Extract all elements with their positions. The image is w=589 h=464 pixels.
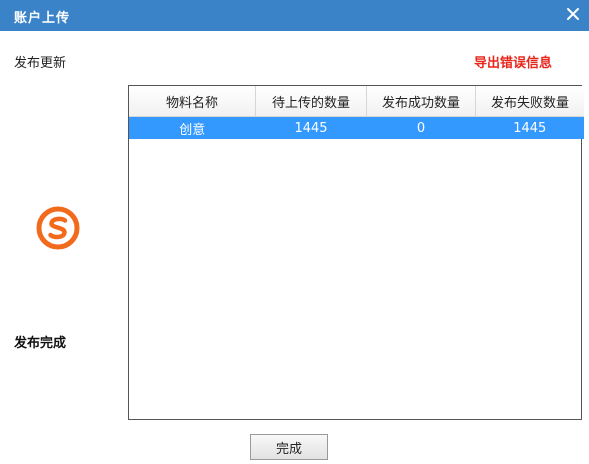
close-icon bbox=[567, 8, 579, 20]
column-header-failure-count[interactable]: 发布失败数量 bbox=[475, 86, 584, 117]
window-title: 账户上传 bbox=[14, 11, 71, 26]
export-errors-link[interactable]: 导出错误信息 bbox=[474, 52, 552, 71]
cell-success-count: 0 bbox=[366, 116, 476, 139]
table-row[interactable]: 创意 1445 0 1445 bbox=[129, 116, 584, 139]
cell-pending-count: 1445 bbox=[255, 116, 367, 139]
column-header-success-count[interactable]: 发布成功数量 bbox=[366, 86, 476, 117]
cell-failure-count: 1445 bbox=[475, 116, 584, 139]
cell-material-name: 创意 bbox=[129, 116, 256, 139]
publish-complete-label: 发布完成 bbox=[14, 336, 67, 351]
finish-button[interactable]: 完成 bbox=[250, 434, 328, 460]
upload-results-table: 物料名称 待上传的数量 发布成功数量 发布失败数量 创意 1445 0 1445 bbox=[128, 85, 584, 420]
close-button[interactable] bbox=[561, 2, 585, 26]
publish-update-label: 发布更新 bbox=[14, 56, 67, 71]
table-header-row: 物料名称 待上传的数量 发布成功数量 发布失败数量 bbox=[129, 86, 584, 117]
window-titlebar: 账户上传 bbox=[0, 0, 589, 31]
column-header-pending-count[interactable]: 待上传的数量 bbox=[255, 86, 367, 117]
column-header-material-name[interactable]: 物料名称 bbox=[129, 86, 256, 117]
sogou-logo-icon bbox=[36, 206, 80, 250]
